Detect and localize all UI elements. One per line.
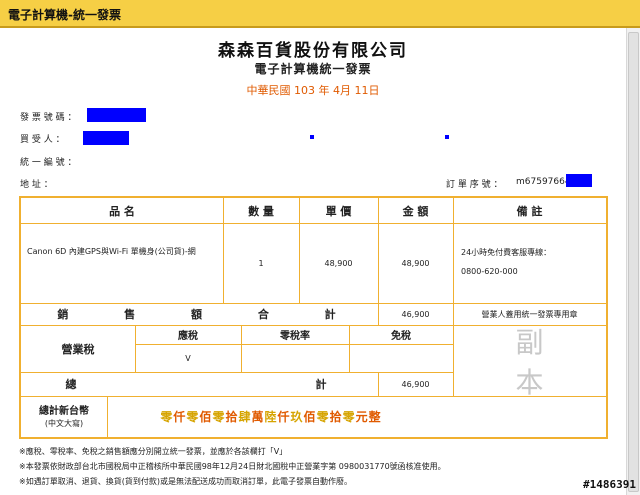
- business-tax-label: 營業稅: [61, 342, 95, 356]
- amount-word-char: 零: [186, 410, 200, 424]
- amount-word-char: 零: [316, 410, 330, 424]
- tax-header-zero-rate: 零稅率: [280, 331, 310, 342]
- amount-word-char: 萬: [251, 410, 265, 424]
- item-unit-price: 48,900: [324, 258, 353, 268]
- window-titlebar: 電子計算機-統一發票: [0, 0, 640, 28]
- redaction-dot: [310, 135, 314, 139]
- invoice-date: 中華民國 103 年 4月 11日: [246, 84, 380, 97]
- header-item: 品 名: [109, 204, 135, 218]
- amount-word-char: 佰: [199, 410, 213, 424]
- amount-word-char: 玖: [290, 410, 304, 424]
- total-label-right: 計: [315, 378, 327, 391]
- note-approval: ※本發票依財政部台北市國稅局中正稽核所中華民國98年12月24日財北國稅中正營業…: [19, 462, 446, 471]
- note-tax-columns: ※應稅、零稅率、免稅之銷售額應分別開立統一發票，並應於各該欄打「V」: [19, 447, 288, 456]
- buyer-label: 買 受 人 ：: [20, 135, 65, 145]
- company-name: 森森百貨股份有限公司: [218, 41, 408, 61]
- amount-in-words: 零仟零佰零拾肆萬陸仟玖佰零拾零元整: [107, 396, 435, 437]
- amount-word-char: 零: [342, 410, 356, 424]
- amount-word-char: 佰: [303, 410, 317, 424]
- order-number-redaction: [566, 174, 592, 187]
- ntd-total-sublabel: (中文大寫): [44, 419, 84, 428]
- copy-mark: 副 本: [515, 325, 580, 399]
- amount-word-char: 拾: [225, 410, 239, 424]
- total-label-left: 總: [65, 378, 77, 391]
- amount-word-char: 拾: [329, 410, 343, 424]
- amount-word-char: 肆: [238, 410, 252, 424]
- note-void: ※如遇訂單取消、退貨、換貨(貨到付款)或是無法配送成功而取消訂單，此電子發票自動…: [19, 477, 352, 486]
- amount-word-char: 陸: [264, 410, 278, 424]
- header-remark: 備 註: [516, 204, 543, 218]
- tax-header-exempt: 免稅: [391, 331, 411, 342]
- header-qty: 數 量: [248, 204, 274, 218]
- amount-word-char: 仟: [277, 410, 291, 424]
- scrollbar-thumb[interactable]: [628, 32, 639, 492]
- tax-id-label: 統 一 編 號 ：: [20, 158, 77, 168]
- tax-mark-taxable: V: [185, 353, 191, 363]
- header-unit-price: 單 價: [325, 204, 352, 218]
- amount-word-char: 零: [160, 410, 174, 424]
- invoice-number-label: 發 票 號 碼 ：: [20, 113, 77, 123]
- invoice-subtitle: 電子計算機統一發票: [254, 62, 372, 76]
- amount-word-char: 仟: [173, 410, 187, 424]
- watermark-id: #1486391: [583, 478, 636, 491]
- order-number-label: 訂 單 序 號 ：: [446, 180, 503, 190]
- amount-word-char: 零: [212, 410, 226, 424]
- buyer-redaction: [83, 131, 129, 145]
- ntd-total-label: 總計新台幣: [39, 406, 89, 417]
- item-amount: 48,900: [401, 258, 430, 268]
- window-title: 電子計算機-統一發票: [8, 8, 121, 22]
- vertical-scrollbar[interactable]: [626, 28, 640, 495]
- invoice-table: 品 名 數 量 單 價 金 額 備 註 Canon 6D 內建GPS與Wi-Fi…: [19, 196, 608, 439]
- tax-header-taxable: 應稅: [178, 331, 198, 342]
- item-name: Canon 6D 內建GPS與Wi-Fi 單機身(公司貨)-網: [27, 247, 196, 256]
- sales-total-value: 46,900: [401, 309, 430, 319]
- invoice-number-redaction: [87, 108, 146, 122]
- address-label: 地 址 ：: [20, 180, 53, 190]
- remark-hotline-label: 24小時免付費客服專線：: [461, 248, 552, 257]
- remark-hotline-number: 0800-620-000: [461, 267, 518, 276]
- sales-total-label: 銷 售 額 合 計: [57, 308, 342, 321]
- amount-word-char: 元整: [355, 410, 382, 424]
- redaction-dot: [445, 135, 449, 139]
- total-value: 46,900: [401, 379, 430, 389]
- item-qty: 1: [258, 258, 264, 268]
- header-amount: 金 額: [402, 204, 429, 218]
